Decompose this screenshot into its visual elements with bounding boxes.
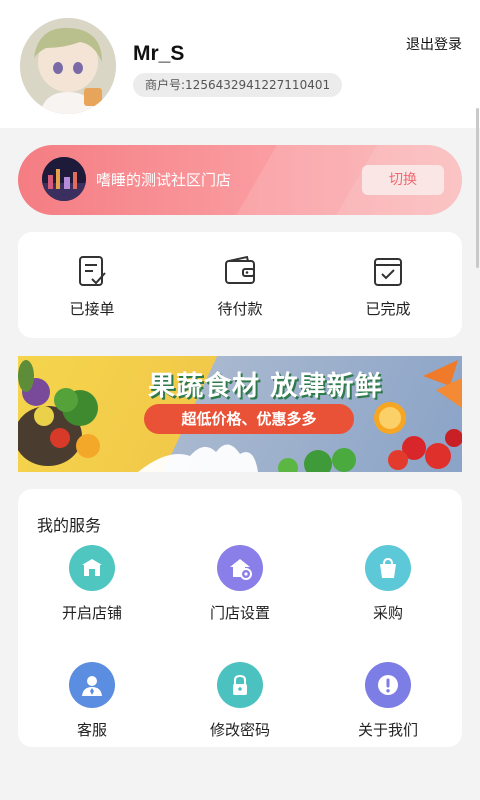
completed-check-icon <box>374 258 402 286</box>
order-status-card: 已接单 待付款 已完成 <box>18 232 462 338</box>
order-pending-payment-tab[interactable]: 待付款 <box>166 232 314 338</box>
store-avatar <box>42 157 86 201</box>
lock-icon <box>217 662 263 708</box>
promo-subtitle: 超低价格、优惠多多 <box>144 404 354 434</box>
accepted-order-icon <box>79 256 106 286</box>
user-avatar[interactable] <box>20 18 116 114</box>
storefront-icon <box>69 545 115 591</box>
service-customer-support[interactable]: 客服 <box>18 662 166 740</box>
order-completed-tab[interactable]: 已完成 <box>314 232 462 338</box>
order-pending-payment-label: 待付款 <box>217 300 263 318</box>
customer-service-icon <box>69 662 115 708</box>
username: Mr_S <box>133 42 185 65</box>
order-completed-label: 已完成 <box>365 300 411 318</box>
service-label: 开启店铺 <box>61 604 122 622</box>
shopping-bag-icon <box>365 545 411 591</box>
store-settings-icon <box>217 545 263 591</box>
store-banner: 嗜睡的测试社区门店 切换 <box>18 145 462 215</box>
wallet-icon <box>225 255 255 284</box>
services-heading: 我的服务 <box>37 516 102 535</box>
store-name: 嗜睡的测试社区门店 <box>96 171 232 189</box>
order-accepted-tab[interactable]: 已接单 <box>18 232 166 338</box>
service-open-store[interactable]: 开启店铺 <box>18 545 166 623</box>
info-icon <box>365 662 411 708</box>
merchant-id-badge: 商户号:1256432941227110401 <box>133 73 343 97</box>
service-change-password[interactable]: 修改密码 <box>166 662 314 740</box>
service-purchase[interactable]: 采购 <box>314 545 462 623</box>
service-store-settings[interactable]: 门店设置 <box>166 545 314 623</box>
logout-button[interactable]: 退出登录 <box>406 34 462 54</box>
service-label: 采购 <box>372 604 403 622</box>
service-label: 门店设置 <box>209 604 270 622</box>
promo-title: 果蔬食材 放肆新鲜 <box>148 371 383 402</box>
profile-header: Mr_S 商户号:1256432941227110401 退出登录 <box>0 0 480 128</box>
switch-store-button[interactable]: 切换 <box>362 165 444 195</box>
promo-banner[interactable]: 果蔬食材 放肆新鲜 超低价格、优惠多多 <box>18 356 462 472</box>
service-label: 修改密码 <box>209 721 270 739</box>
service-label: 客服 <box>76 721 107 739</box>
my-services-card: 我的服务 开启店铺 门店设置 采购 客服 修改密码 关于我们 <box>18 489 462 747</box>
service-about-us[interactable]: 关于我们 <box>314 662 462 740</box>
scrollbar[interactable] <box>476 108 479 268</box>
service-label: 关于我们 <box>357 721 418 739</box>
order-accepted-label: 已接单 <box>69 300 115 318</box>
